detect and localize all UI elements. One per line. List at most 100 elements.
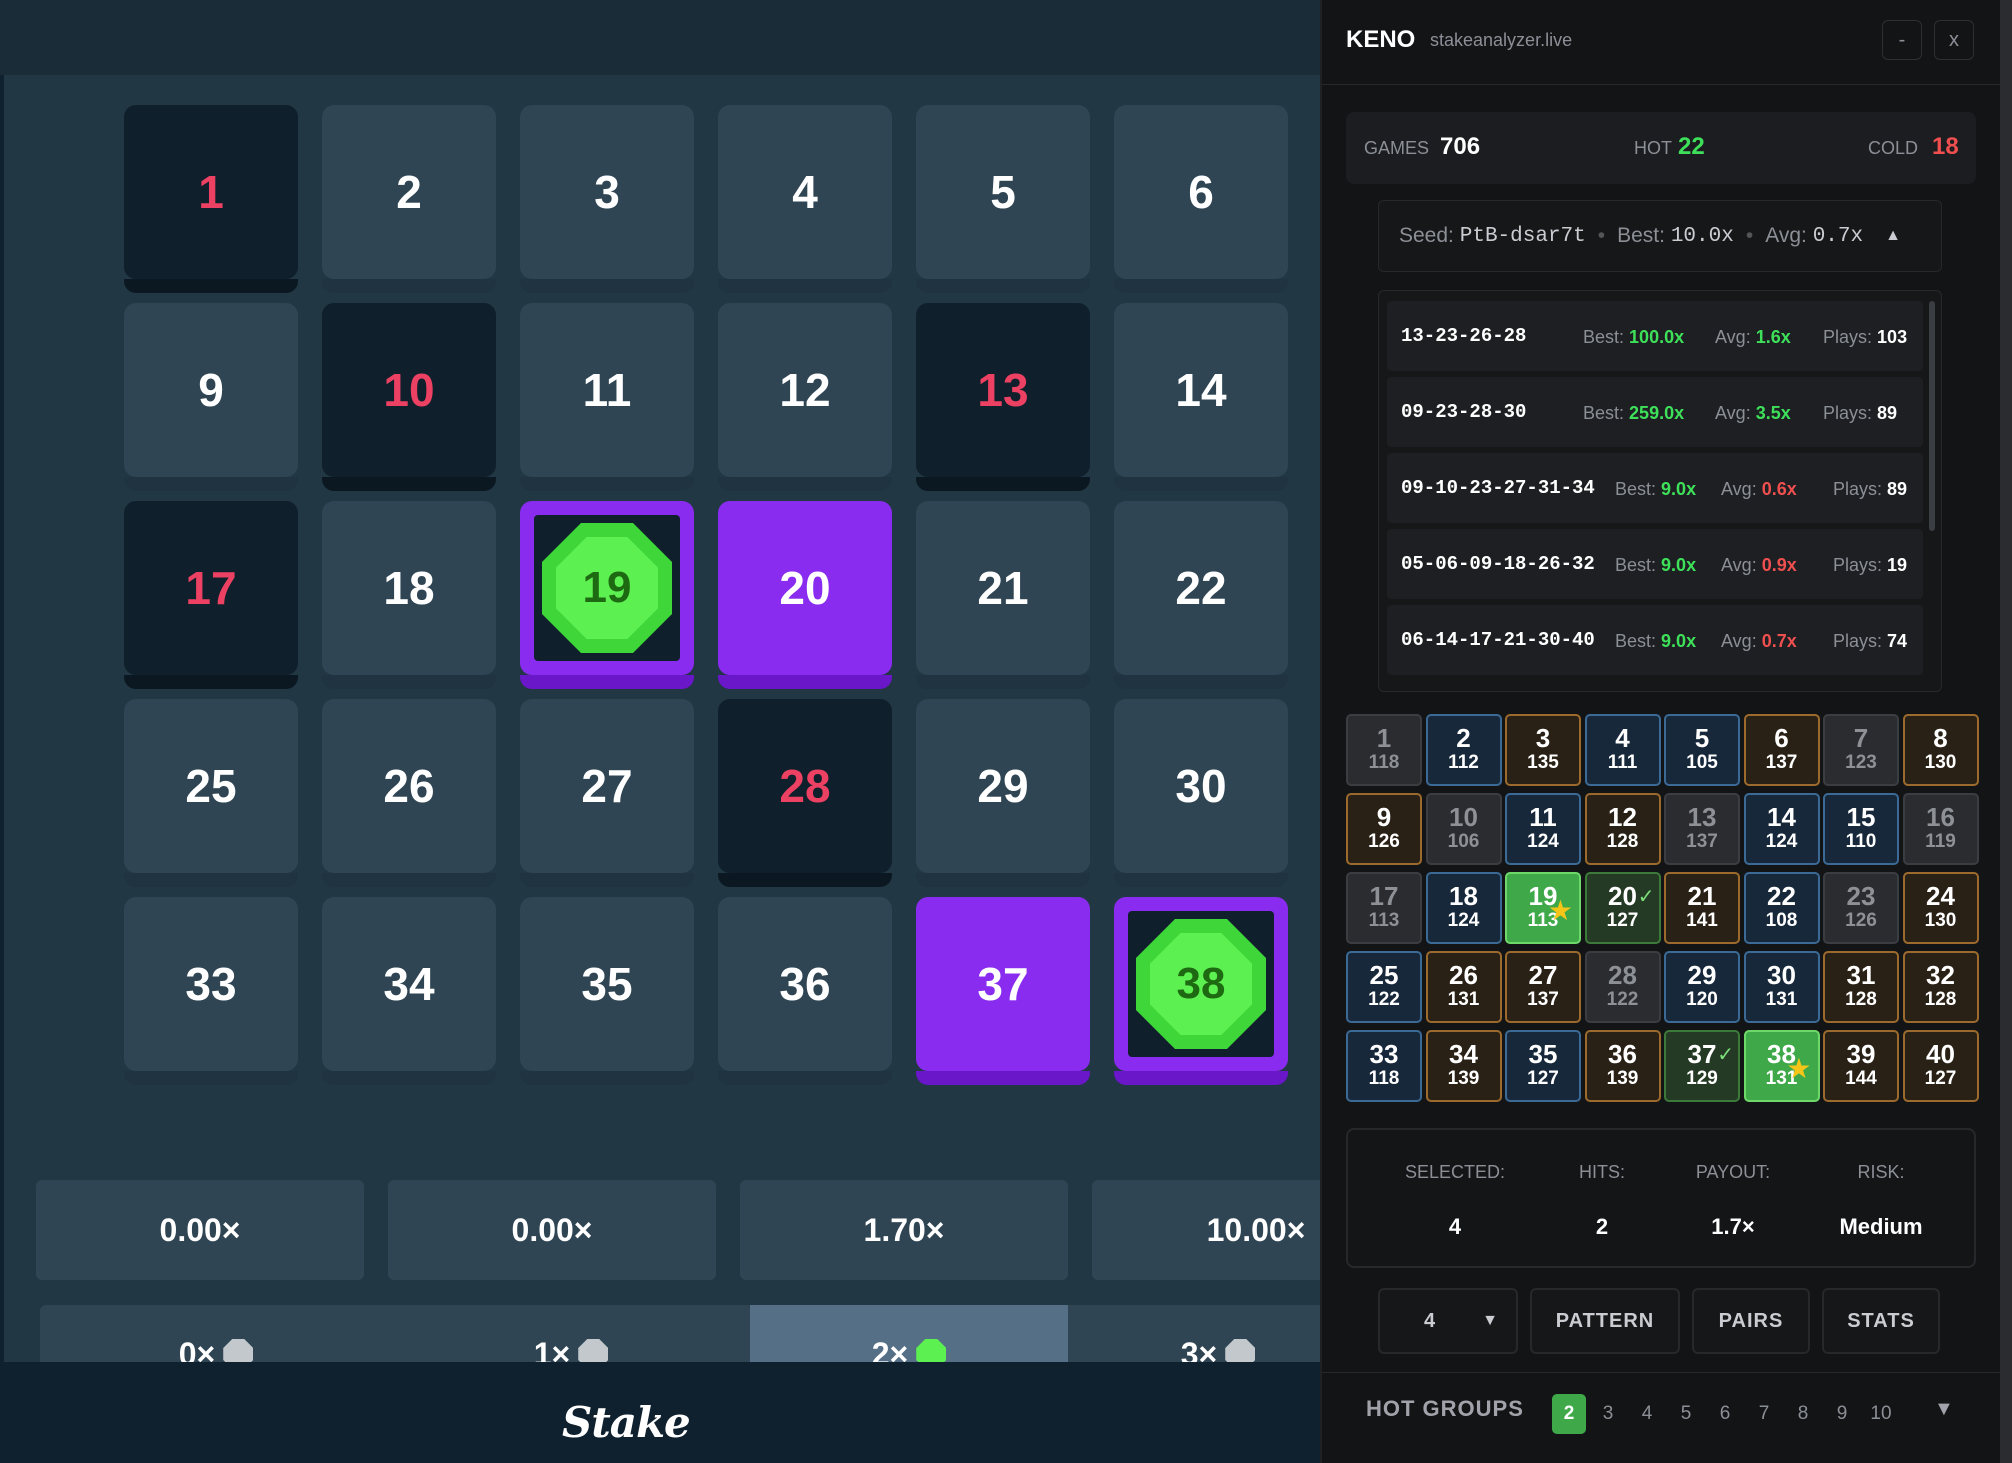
tile-20[interactable]: 20 [718, 501, 892, 689]
heat-cell-25[interactable]: 25 122 [1346, 951, 1422, 1023]
hot-value: 22 [1678, 133, 1705, 160]
heat-cell-1[interactable]: 1 118 [1346, 714, 1422, 786]
heat-cell-17[interactable]: 17 113 [1346, 872, 1422, 944]
heat-cell-34[interactable]: 34 139 [1425, 1030, 1502, 1102]
heat-cell-10[interactable]: 10 106 [1425, 793, 1502, 865]
hot-group-option[interactable]: 5 [1669, 1394, 1703, 1434]
heat-cell-20[interactable]: 20 127 ✓ [1584, 872, 1661, 944]
heat-cell-21[interactable]: 21 141 [1664, 872, 1740, 944]
heat-cell-2[interactable]: 2 112 [1425, 714, 1502, 786]
tile-22[interactable]: 22 [1114, 501, 1288, 689]
pattern-row[interactable]: 09-23-28-30 Best: 259.0x Avg: 3.5x Plays: 8… [1387, 377, 1923, 447]
heat-cell-26[interactable]: 26 131 [1425, 951, 1502, 1023]
tile-26[interactable]: 26 [322, 699, 496, 887]
heat-cell-8[interactable]: 8 130 [1902, 714, 1979, 786]
heat-cell-14[interactable]: 14 124 [1743, 793, 1820, 865]
heat-cell-36[interactable]: 36 139 [1584, 1030, 1661, 1102]
hot-group-option[interactable]: 3 [1591, 1394, 1625, 1434]
heat-cell-31[interactable]: 31 128 [1823, 951, 1899, 1023]
heat-cell-32[interactable]: 32 128 [1902, 951, 1979, 1023]
count-select[interactable]: 4 ▼ [1378, 1288, 1518, 1354]
tile-10[interactable]: 10 [322, 303, 496, 491]
heat-cell-18[interactable]: 18 124 [1425, 872, 1502, 944]
heat-cell-29[interactable]: 29 120 [1664, 951, 1740, 1023]
heat-cell-7[interactable]: 7 123 [1823, 714, 1899, 786]
tile-5[interactable]: 5 [916, 105, 1090, 293]
heat-cell-11[interactable]: 11 124 [1505, 793, 1581, 865]
heat-cell-23[interactable]: 23 126 [1823, 872, 1899, 944]
pattern-button[interactable]: PATTERN [1530, 1288, 1680, 1354]
heat-cell-24[interactable]: 24 130 [1902, 872, 1979, 944]
heat-cell-16[interactable]: 16 119 [1902, 793, 1979, 865]
tile-17[interactable]: 17 [124, 501, 298, 689]
tile-35[interactable]: 35 [520, 897, 694, 1085]
heat-cell-3[interactable]: 3 135 [1505, 714, 1581, 786]
heat-cell-28[interactable]: 28 122 [1584, 951, 1661, 1023]
tile-3[interactable]: 3 [520, 105, 694, 293]
tile-38[interactable]: 38 [1114, 897, 1288, 1085]
heat-cell-13[interactable]: 13 137 [1664, 793, 1740, 865]
heat-number: 14 [1767, 802, 1796, 832]
hot-group-option[interactable]: 6 [1708, 1394, 1742, 1434]
pattern-row[interactable]: 13-23-26-28 Best: 100.0x Avg: 1.6x Plays: 1… [1387, 301, 1923, 371]
payout-cell: 10.00× [1092, 1180, 1330, 1280]
tile-13[interactable]: 13 [916, 303, 1090, 491]
hot-group-option[interactable]: 4 [1630, 1394, 1664, 1434]
heat-cell-35[interactable]: 35 127 [1505, 1030, 1581, 1102]
heat-number: 11 [1529, 802, 1557, 832]
tile-18[interactable]: 18 [322, 501, 496, 689]
hot-group-option[interactable]: 9 [1825, 1394, 1859, 1434]
hot-group-option[interactable]: 2 [1552, 1394, 1586, 1434]
heat-cell-33[interactable]: 33 118 [1346, 1030, 1422, 1102]
expand-icon[interactable]: ▼ [1934, 1398, 1954, 1421]
pattern-scrollbar[interactable] [1929, 301, 1935, 531]
hot-group-option[interactable]: 10 [1864, 1394, 1898, 1434]
close-button[interactable]: x [1934, 20, 1974, 60]
tile-25[interactable]: 25 [124, 699, 298, 887]
tile-19[interactable]: 19 [520, 501, 694, 689]
heat-cell-6[interactable]: 6 137 [1743, 714, 1820, 786]
tile-21[interactable]: 21 [916, 501, 1090, 689]
tile-36[interactable]: 36 [718, 897, 892, 1085]
tile-12[interactable]: 12 [718, 303, 892, 491]
tile-1[interactable]: 1 [124, 105, 298, 293]
collapse-icon[interactable]: ▲ [1885, 227, 1901, 245]
heat-cell-22[interactable]: 22 108 [1743, 872, 1820, 944]
minimize-button[interactable]: - [1882, 20, 1922, 60]
pairs-button[interactable]: PAIRS [1692, 1288, 1810, 1354]
heat-cell-9[interactable]: 9 126 [1346, 793, 1422, 865]
tile-30[interactable]: 30 [1114, 699, 1288, 887]
pattern-row[interactable]: 06-14-17-21-30-40 Best: 9.0x Avg: 0.7x Play… [1387, 605, 1923, 675]
heat-cell-38[interactable]: 38 131 ★ [1743, 1030, 1820, 1102]
tile-37[interactable]: 37 [916, 897, 1090, 1085]
tile-6[interactable]: 6 [1114, 105, 1288, 293]
tile-14[interactable]: 14 [1114, 303, 1288, 491]
seed-summary[interactable]: Seed: PtB-dsar7t • Best: 10.0x • Avg: 0.… [1378, 200, 1942, 272]
heat-cell-37[interactable]: 37 129 ✓ [1664, 1030, 1740, 1102]
heat-cell-39[interactable]: 39 144 [1823, 1030, 1899, 1102]
heat-cell-27[interactable]: 27 137 [1505, 951, 1581, 1023]
tile-34[interactable]: 34 [322, 897, 496, 1085]
tile-29[interactable]: 29 [916, 699, 1090, 887]
pattern-row[interactable]: 05-06-09-18-26-32 Best: 9.0x Avg: 0.9x Play… [1387, 529, 1923, 599]
hot-group-option[interactable]: 8 [1786, 1394, 1820, 1434]
heat-cell-19[interactable]: 19 113 ★ [1505, 872, 1581, 944]
heat-cell-15[interactable]: 15 110 [1823, 793, 1899, 865]
tile-33[interactable]: 33 [124, 897, 298, 1085]
tile-28[interactable]: 28 [718, 699, 892, 887]
heat-cell-4[interactable]: 4 111 [1584, 714, 1661, 786]
heat-cell-12[interactable]: 12 128 [1584, 793, 1661, 865]
pattern-row[interactable]: 09-10-23-27-31-34 Best: 9.0x Avg: 0.6x Play… [1387, 453, 1923, 523]
tile-11[interactable]: 11 [520, 303, 694, 491]
tile-9[interactable]: 9 [124, 303, 298, 491]
heat-cell-40[interactable]: 40 127 [1902, 1030, 1979, 1102]
hot-group-option[interactable]: 7 [1747, 1394, 1781, 1434]
avg-label: Avg: [1721, 555, 1757, 575]
tile-4[interactable]: 4 [718, 105, 892, 293]
page-scrollbar[interactable] [2000, 0, 2012, 1463]
tile-2[interactable]: 2 [322, 105, 496, 293]
heat-cell-30[interactable]: 30 131 [1743, 951, 1820, 1023]
tile-27[interactable]: 27 [520, 699, 694, 887]
heat-cell-5[interactable]: 5 105 [1664, 714, 1740, 786]
stats-button[interactable]: STATS [1822, 1288, 1940, 1354]
